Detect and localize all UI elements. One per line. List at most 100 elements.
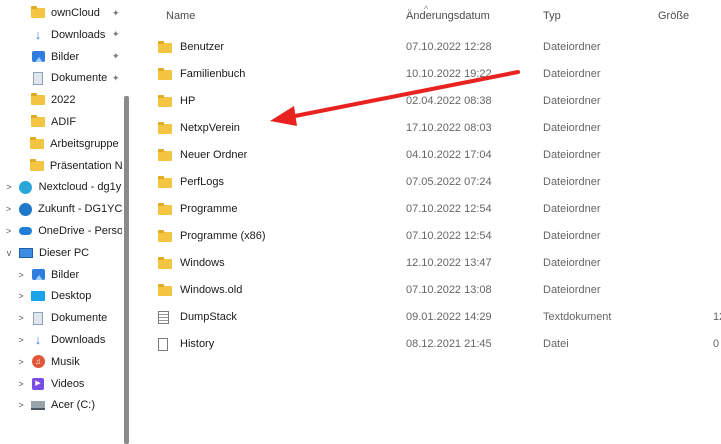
folder-icon [158,121,174,134]
file-row[interactable]: NetxpVerein 17.10.2022 08:03 Dateiordner [140,115,721,142]
expand-chevron-icon[interactable]: > [16,400,26,410]
nav-item-label: Downloads [51,28,106,41]
expand-chevron-icon[interactable]: > [16,291,26,301]
pictures-icon [31,268,45,282]
expand-chevron-icon[interactable]: > [16,379,26,389]
expand-chevron-icon[interactable]: > [4,182,14,192]
file-row[interactable]: PerfLogs 07.05.2022 07:24 Dateiordner [140,169,721,196]
nav-item[interactable]: > Zukunft - DG1YCR [0,198,122,220]
nav-item[interactable]: > OneDrive - Person [0,220,122,242]
file-row[interactable]: DumpStack 09.01.2022 14:29 Textdokument 12 … [140,304,721,331]
file-date: 09.01.2022 14:29 [406,311,492,323]
nav-item-label: Acer (C:) [51,399,95,412]
file-name-cell: Windows [158,250,225,277]
file-name-cell: HP [158,88,195,115]
expand-chevron-icon[interactable]: > [16,313,26,323]
file-row[interactable]: Windows 12.10.2022 13:47 Dateiordner [140,250,721,277]
file-name: NetxpVerein [180,122,240,134]
file-type: Dateiordner [543,257,601,269]
navigation-scrollbar[interactable] [124,96,129,444]
nav-item[interactable]: Dokumente ✦ [0,67,122,89]
expand-chevron-icon[interactable]: v [4,248,14,258]
expand-chevron-icon[interactable]: > [4,204,13,214]
nav-item-label: Arbeitsgruppe Z [50,137,122,150]
column-header-date[interactable]: Änderungsdatum [406,10,490,30]
pin-icon: ✦ [112,29,120,40]
file-row[interactable]: HP 02.04.2022 08:38 Dateiordner [140,88,721,115]
file-name: HP [180,95,196,107]
nav-item[interactable]: ADIF [0,111,122,133]
file-type: Dateiordner [543,203,601,215]
file-row[interactable]: Familienbuch 10.10.2022 19:22 Dateiordner [140,61,721,88]
nav-item-label: ownCloud [51,7,100,19]
file-size: 0 KB [713,338,721,350]
nextcloud-icon [19,180,33,194]
documents-icon [31,71,45,85]
expand-chevron-icon[interactable]: > [4,226,13,236]
expand-chevron-icon[interactable]: > [16,357,26,367]
folder-icon [29,158,44,173]
file-row[interactable]: Neuer Ordner 04.10.2022 17:04 Dateiordner [140,142,721,169]
nav-item[interactable]: > ↓ Downloads [0,329,122,351]
file-name: Familienbuch [180,68,246,80]
file-name: DumpStack [180,311,237,323]
text-file-icon [158,311,174,324]
file-date: 07.10.2022 13:08 [406,284,492,296]
file-type: Dateiordner [543,149,601,161]
folder-icon [158,175,174,188]
pin-icon: ✦ [112,7,120,18]
file-row[interactable]: Programme 07.10.2022 12:54 Dateiordner [140,196,721,223]
nav-item[interactable]: Präsentation Net [0,155,122,177]
column-header-size[interactable]: Größe [658,10,689,30]
documents-icon [31,311,45,325]
file-name-cell: History [158,331,214,358]
nav-item-label: Downloads [51,334,106,346]
nav-item[interactable]: > Desktop [0,285,122,307]
nav-item[interactable]: Bilder ✦ [0,46,122,68]
nav-item[interactable]: ownCloud ✦ [0,2,122,24]
file-type: Dateiordner [543,230,601,242]
download-icon: ↓ [34,26,42,42]
file-type: Dateiordner [543,68,601,80]
folder-icon [31,6,45,20]
nav-item[interactable]: > Bilder [0,264,122,286]
column-header-name[interactable]: Name [166,10,195,30]
file-type: Dateiordner [543,95,601,107]
nav-item[interactable]: > Dokumente [0,307,122,329]
nav-item[interactable]: Arbeitsgruppe Z [0,133,122,155]
file-type: Dateiordner [543,41,601,53]
file-name: History [180,338,215,350]
nav-item[interactable]: ↓ Downloads ✦ [0,24,122,46]
expand-chevron-icon[interactable]: > [16,335,26,345]
nav-item-label: Musik [51,355,80,368]
file-row[interactable]: History 08.12.2021 21:45 Datei 0 KB [140,331,721,358]
nav-item-label: Desktop [51,290,92,303]
nav-item-label: Bilder [51,268,80,281]
file-date: 10.10.2022 19:22 [406,68,492,80]
nav-item[interactable]: > Acer (C:) [0,394,122,416]
folder-icon [30,136,45,151]
nav-item-label: Dieser PC [39,246,90,259]
file-name-cell: PerfLogs [158,169,224,196]
expand-chevron-icon[interactable]: > [16,270,26,280]
file-row[interactable]: Programme (x86) 07.10.2022 12:54 Dateiordn… [140,223,721,250]
file-row[interactable]: Benutzer 07.10.2022 12:28 Dateiordner [140,34,721,61]
nav-item-label: OneDrive - Person [38,225,122,237]
folder-icon [158,202,174,215]
nav-item[interactable]: > ♫ Musik [0,351,122,373]
file-type: Dateiordner [543,176,601,188]
folder-icon [158,148,174,161]
sync-icon [18,202,32,216]
pin-icon: ✦ [112,72,120,83]
file-row[interactable]: Windows.old 07.10.2022 13:08 Dateiordner [140,277,721,304]
file-name-cell: NetxpVerein [158,115,240,142]
nav-item-label: ADIF [51,116,77,128]
file-name-cell: Windows.old [158,277,242,304]
nav-item[interactable]: > Nextcloud - dg1y( [0,176,122,198]
nav-item[interactable]: > ▶ Videos [0,373,122,395]
column-header-type[interactable]: Typ [543,10,561,30]
nav-item[interactable]: v Dieser PC [0,242,122,264]
file-name: Benutzer [180,41,225,53]
folder-icon [158,229,174,242]
nav-item[interactable]: 2022 [0,89,122,111]
